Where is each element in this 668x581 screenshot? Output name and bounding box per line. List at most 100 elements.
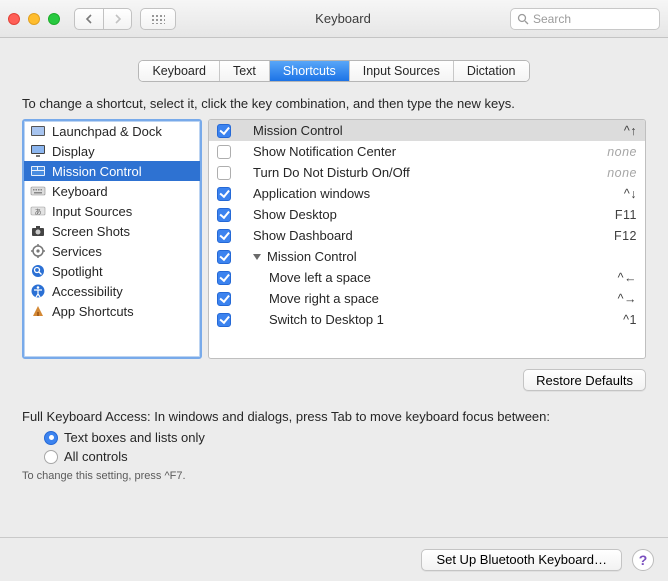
back-button[interactable] [75,9,103,29]
category-label: Input Sources [52,204,132,219]
shortcut-label: Move right a space [239,291,589,306]
chevron-right-icon [114,14,122,24]
shortcut-key[interactable]: F12 [597,229,637,243]
shortcut-key[interactable]: none [597,145,637,159]
instruction-text: To change a shortcut, select it, click t… [22,96,646,111]
checkbox[interactable] [217,229,231,243]
tabs: Keyboard Text Shortcuts Input Sources Di… [138,60,529,82]
content: To change a shortcut, select it, click t… [0,96,668,482]
tab-keyboard[interactable]: Keyboard [139,61,219,81]
shortcut-key[interactable]: ^1 [597,313,637,327]
category-display[interactable]: Display [24,141,200,161]
category-services[interactable]: Services [24,241,200,261]
svg-text:あ: あ [35,208,42,216]
shortcut-row[interactable]: Application windows ^↓ [209,183,645,204]
shortcut-key[interactable]: F11 [597,208,637,222]
zoom-button[interactable] [48,13,60,25]
category-list[interactable]: Launchpad & Dock Display Mission Control… [22,119,202,359]
checkbox[interactable] [217,271,231,285]
shortcut-row[interactable]: Move left a space ^← [209,267,645,288]
shortcut-row[interactable]: Show Desktop F11 [209,204,645,225]
category-screenshots[interactable]: Screen Shots [24,221,200,241]
shortcut-key[interactable]: none [597,166,637,180]
shortcut-label: Turn Do Not Disturb On/Off [239,165,589,180]
radio-text-boxes-lists[interactable]: Text boxes and lists only [44,430,646,445]
checkbox[interactable] [217,313,231,327]
shortcut-key[interactable]: ^↓ [597,187,637,201]
shortcuts-list[interactable]: Mission Control ^↑ Show Notification Cen… [208,119,646,359]
services-icon [30,243,46,259]
category-label: Display [52,144,95,159]
show-all-button[interactable] [140,8,176,30]
restore-row: Restore Defaults [22,369,646,391]
shortcut-label: Show Desktop [239,207,589,222]
category-input-sources[interactable]: あ Input Sources [24,201,200,221]
category-app-shortcuts[interactable]: App Shortcuts [24,301,200,321]
radio-label: Text boxes and lists only [64,430,205,445]
shortcut-label: Mission Control [239,123,589,138]
category-label: Mission Control [52,164,142,179]
category-accessibility[interactable]: Accessibility [24,281,200,301]
radio-indicator [44,450,58,464]
tab-text[interactable]: Text [219,61,269,81]
category-keyboard[interactable]: Keyboard [24,181,200,201]
shortcut-row[interactable]: Move right a space ^→ [209,288,645,309]
titlebar: Keyboard [0,0,668,38]
setup-bluetooth-keyboard-button[interactable]: Set Up Bluetooth Keyboard… [421,549,622,571]
tabs-row: Keyboard Text Shortcuts Input Sources Di… [0,38,668,96]
shortcut-group-row[interactable]: Mission Control [209,246,645,267]
category-mission-control[interactable]: Mission Control [24,161,200,181]
checkbox[interactable] [217,187,231,201]
category-label: Spotlight [52,264,103,279]
tab-dictation[interactable]: Dictation [453,61,529,81]
shortcut-label: Show Dashboard [239,228,589,243]
checkbox[interactable] [217,250,231,264]
nav-back-forward [74,8,132,30]
window-controls [8,13,60,25]
search-input[interactable] [533,12,653,26]
shortcut-row[interactable]: Show Notification Center none [209,141,645,162]
minimize-button[interactable] [28,13,40,25]
checkbox[interactable] [217,145,231,159]
shortcut-key[interactable]: ^→ [597,292,637,306]
tab-shortcuts[interactable]: Shortcuts [269,61,349,81]
checkbox[interactable] [217,166,231,180]
panels: Launchpad & Dock Display Mission Control… [22,119,646,359]
disclosure-triangle-icon[interactable] [253,254,261,260]
category-launchpad[interactable]: Launchpad & Dock [24,121,200,141]
category-label: Keyboard [52,184,108,199]
input-sources-icon: あ [30,203,46,219]
checkbox[interactable] [217,208,231,222]
app-shortcuts-icon [30,303,46,319]
fka-radios: Text boxes and lists only All controls [44,430,646,464]
chevron-left-icon [85,14,93,24]
shortcut-key[interactable]: ^← [597,271,637,285]
radio-indicator [44,431,58,445]
category-label: Screen Shots [52,224,130,239]
shortcut-label: Mission Control [239,249,589,264]
forward-button[interactable] [103,9,131,29]
shortcut-row[interactable]: Show Dashboard F12 [209,225,645,246]
radio-all-controls[interactable]: All controls [44,449,646,464]
shortcut-label: Application windows [239,186,589,201]
search-field[interactable] [510,8,660,30]
checkbox[interactable] [217,292,231,306]
help-button[interactable]: ? [632,549,654,571]
category-label: Accessibility [52,284,123,299]
shortcut-row[interactable]: Switch to Desktop 1 ^1 [209,309,645,330]
category-spotlight[interactable]: Spotlight [24,261,200,281]
shortcut-label: Switch to Desktop 1 [239,312,589,327]
checkbox[interactable] [217,124,231,138]
shortcut-row[interactable]: Mission Control ^↑ [209,120,645,141]
tab-input-sources[interactable]: Input Sources [349,61,453,81]
close-button[interactable] [8,13,20,25]
screenshots-icon [30,223,46,239]
grid-icon [151,14,165,24]
shortcut-key[interactable]: ^↑ [597,124,637,138]
search-icon [517,13,529,25]
keyboard-icon [30,183,46,199]
restore-defaults-button[interactable]: Restore Defaults [523,369,646,391]
mission-control-icon [30,163,46,179]
display-icon [30,143,46,159]
shortcut-row[interactable]: Turn Do Not Disturb On/Off none [209,162,645,183]
